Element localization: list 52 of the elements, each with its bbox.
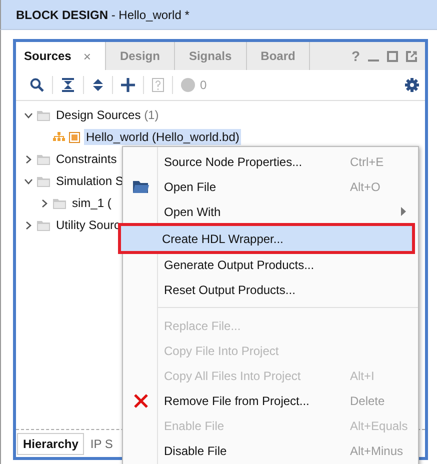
menu-item-label: Replace File... — [163, 318, 242, 332]
shortcut: Alt+I — [350, 368, 374, 382]
tree-item[interactable]: Design Sources (1) — [54, 107, 161, 123]
menu-item[interactable]: Open File Alt+O — [123, 174, 418, 199]
add-icon[interactable] — [121, 78, 135, 92]
menu-item-label: Create HDL Wrapper... — [161, 232, 284, 246]
menu-item-label: Enable File — [163, 418, 226, 432]
menu-item[interactable]: Source Node Properties... Ctrl+E — [123, 149, 418, 174]
folder-icon — [37, 176, 50, 186]
window-title: BLOCK DESIGN - Hello_world * — [16, 8, 190, 22]
shortcut: Delete — [350, 394, 385, 408]
tree-item[interactable]: Constraints — [54, 151, 119, 167]
hierarchy-icon — [53, 132, 65, 142]
menu-item[interactable]: Open With — [123, 199, 418, 224]
tree-item[interactable]: sim_1 ( — [70, 195, 114, 211]
shortcut: Alt+Equals — [350, 418, 408, 432]
menu-item-label: Copy File Into Project — [163, 344, 280, 358]
close-icon[interactable]: × — [83, 48, 91, 64]
search-icon[interactable] — [30, 78, 44, 92]
menu-item-label: Remove File from Project... — [163, 394, 310, 408]
collapse-all-icon[interactable] — [61, 78, 75, 92]
menu-item-label: Source Node Properties... — [163, 154, 304, 168]
menu-item[interactable]: Generate Output Products... — [123, 252, 418, 277]
shortcut: Alt+Minus — [350, 444, 404, 458]
menu-item[interactable]: Remove File from Project... Delete — [123, 388, 418, 413]
shortcut: Ctrl+E — [350, 154, 384, 168]
status-count: 0 — [200, 78, 207, 92]
menu-item-label: Copy All Files Into Project — [163, 368, 302, 382]
menu-item-label: Disable File — [163, 444, 228, 458]
delete-icon — [134, 394, 148, 408]
settings-icon[interactable] — [405, 78, 419, 92]
menu-item-label: Generate Output Products... — [163, 258, 316, 272]
tab[interactable]: Hierarchy — [17, 432, 84, 454]
block-design-icon — [69, 132, 80, 142]
float-window-icon[interactable] — [406, 50, 417, 62]
folder-icon — [132, 180, 148, 193]
menu-item[interactable]: Create HDL Wrapper... — [121, 226, 412, 251]
folder-icon — [53, 198, 66, 208]
tab[interactable]: Sources × — [16, 42, 106, 70]
folder-icon — [37, 154, 50, 164]
menu-item-label: Open With — [163, 204, 222, 218]
menu-item[interactable]: Disable File Alt+Minus — [123, 438, 418, 463]
tab[interactable]: IP S — [84, 432, 119, 454]
menu-item-label: Reset Output Products... — [163, 282, 296, 296]
shortcut: Alt+O — [350, 180, 380, 194]
folder-icon — [37, 220, 50, 230]
tree-item[interactable]: Hello_world (Hello_world.bd) — [84, 129, 242, 145]
menu-item[interactable]: Reset Output Products... — [123, 277, 418, 302]
expand-all-icon[interactable] — [92, 78, 104, 92]
folder-icon — [37, 110, 50, 120]
menu-item-label: Open File — [163, 180, 218, 194]
maximize-icon[interactable] — [387, 50, 398, 62]
